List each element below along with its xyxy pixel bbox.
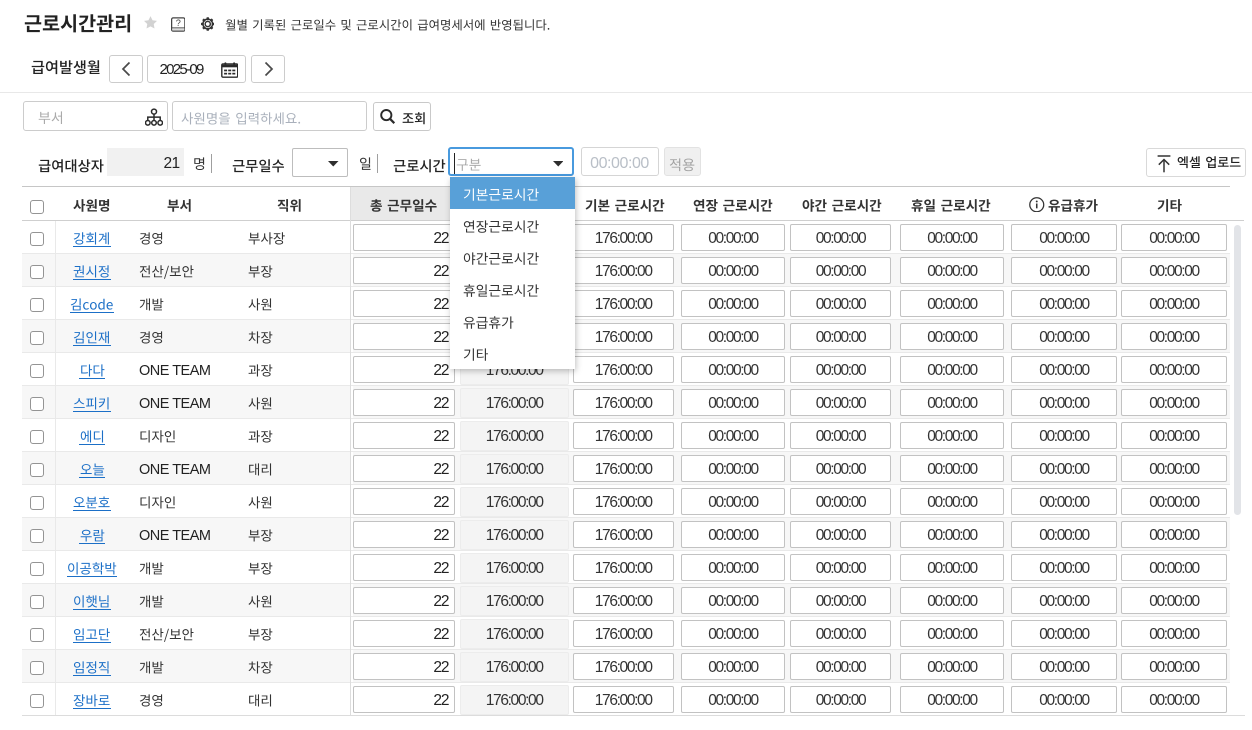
svg-text:?: ? — [175, 18, 180, 28]
